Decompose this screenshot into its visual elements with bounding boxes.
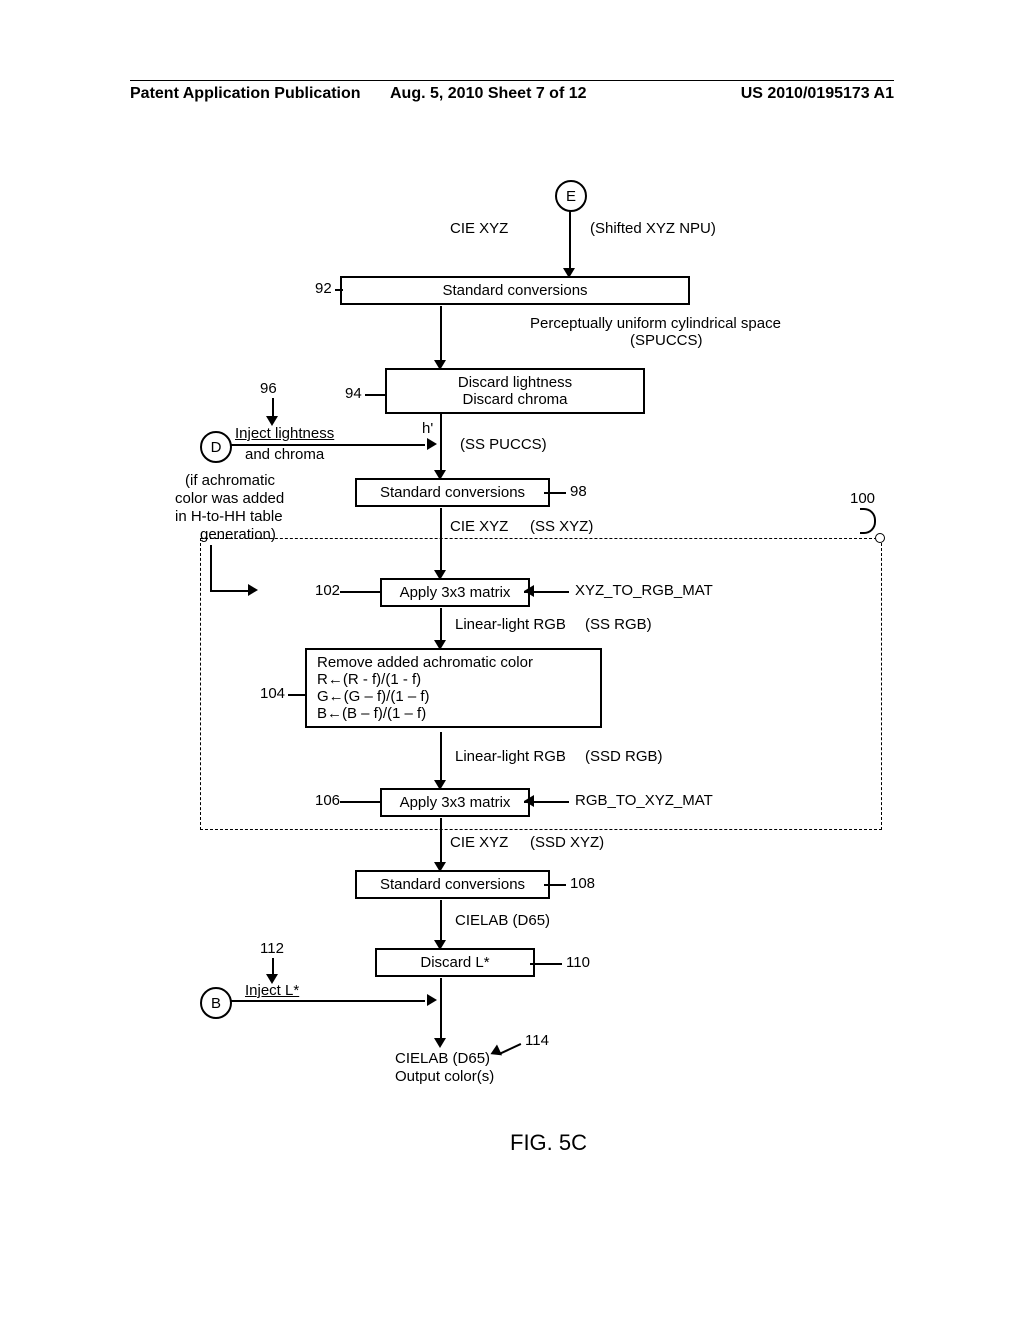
box-standard-conversions-98: Standard conversions [355,478,550,507]
figure-caption: FIG. 5C [510,1130,587,1156]
box-94-line1: Discard lightness [395,374,635,391]
label-and-chroma: and chroma [245,446,324,463]
ref-104: 104 [260,685,285,702]
header-center: Aug. 5, 2010 Sheet 7 of 12 [390,85,587,103]
label-cielab-d65-1: CIELAB (D65) [455,912,550,929]
box-apply-3x3-106: Apply 3x3 matrix [380,788,530,817]
label-spuccs-line1: Perceptually uniform cylindrical space [530,315,781,332]
ref-98: 98 [570,483,587,500]
connector-e: E [555,180,587,212]
label-achromatic-1: (if achromatic [185,472,275,489]
label-achromatic-3: in H-to-HH table [175,508,283,525]
connector-b: B [200,987,232,1019]
box-104-line1: Remove added achromatic color [317,654,592,671]
label-rgb-to-xyz-mat: RGB_TO_XYZ_MAT [575,792,713,809]
box-remove-achromatic-104: Remove added achromatic color R←(R - f)/… [305,648,602,728]
box-104-line3: G←(G – f)/(1 – f) [317,688,592,705]
label-cie-xyz-in: CIE XYZ [450,220,508,237]
label-inject-lightness: Inject lightness [235,425,334,442]
ref-110: 110 [566,954,590,971]
box-apply-3x3-102: Apply 3x3 matrix [380,578,530,607]
label-cielab-d65-out: CIELAB (D65) [395,1050,490,1067]
box-standard-conversions-92: Standard conversions [340,276,690,305]
label-h-prime: h' [422,420,433,437]
label-cie-xyz-ss: CIE XYZ [450,518,508,535]
ref-112: 112 [260,940,284,957]
label-achromatic-2: color was added [175,490,284,507]
ref-96: 96 [260,380,277,397]
label-ssd-rgb: (SSD RGB) [585,748,663,765]
header-right: US 2010/0195173 A1 [741,85,894,103]
connector-b-circle: B [200,987,232,1019]
ref-92: 92 [315,280,332,297]
box-standard-conversions-108: Standard conversions [355,870,550,899]
ref-100: 100 [850,490,875,507]
label-ss-puccs: (SS PUCCS) [460,436,547,453]
label-xyz-to-rgb-mat: XYZ_TO_RGB_MAT [575,582,713,599]
label-ssd-xyz: (SSD XYZ) [530,834,604,851]
label-output-colors: Output color(s) [395,1068,494,1085]
label-cie-xyz-ssd: CIE XYZ [450,834,508,851]
box-104-line2: R←(R - f)/(1 - f) [317,671,592,688]
ref-94: 94 [345,385,362,402]
label-spuccs-line2: (SPUCCS) [630,332,703,349]
label-shifted-xyz-npu: (Shifted XYZ NPU) [590,220,716,237]
label-ss-xyz: (SS XYZ) [530,518,593,535]
label-ss-rgb: (SS RGB) [585,616,652,633]
box-discard-lstar: Discard L* [375,948,535,977]
connector-d-circle: D [200,431,232,463]
box-94-line2: Discard chroma [395,391,635,408]
ref-108: 108 [570,875,595,892]
ref-114: 114 [525,1032,549,1049]
box-104-line4: B←(B – f)/(1 – f) [317,705,592,722]
connector-e-circle: E [555,180,587,212]
label-linear-rgb-ss: Linear-light RGB [455,616,566,633]
box-discard-lightness-chroma: Discard lightness Discard chroma [385,368,645,414]
ref-102: 102 [315,582,340,599]
header-left: Patent Application Publication [130,85,361,103]
connector-d: D [200,431,232,463]
label-linear-rgb-ssd: Linear-light RGB [455,748,566,765]
label-inject-lstar: Inject L* [245,982,299,999]
ref-106: 106 [315,792,340,809]
